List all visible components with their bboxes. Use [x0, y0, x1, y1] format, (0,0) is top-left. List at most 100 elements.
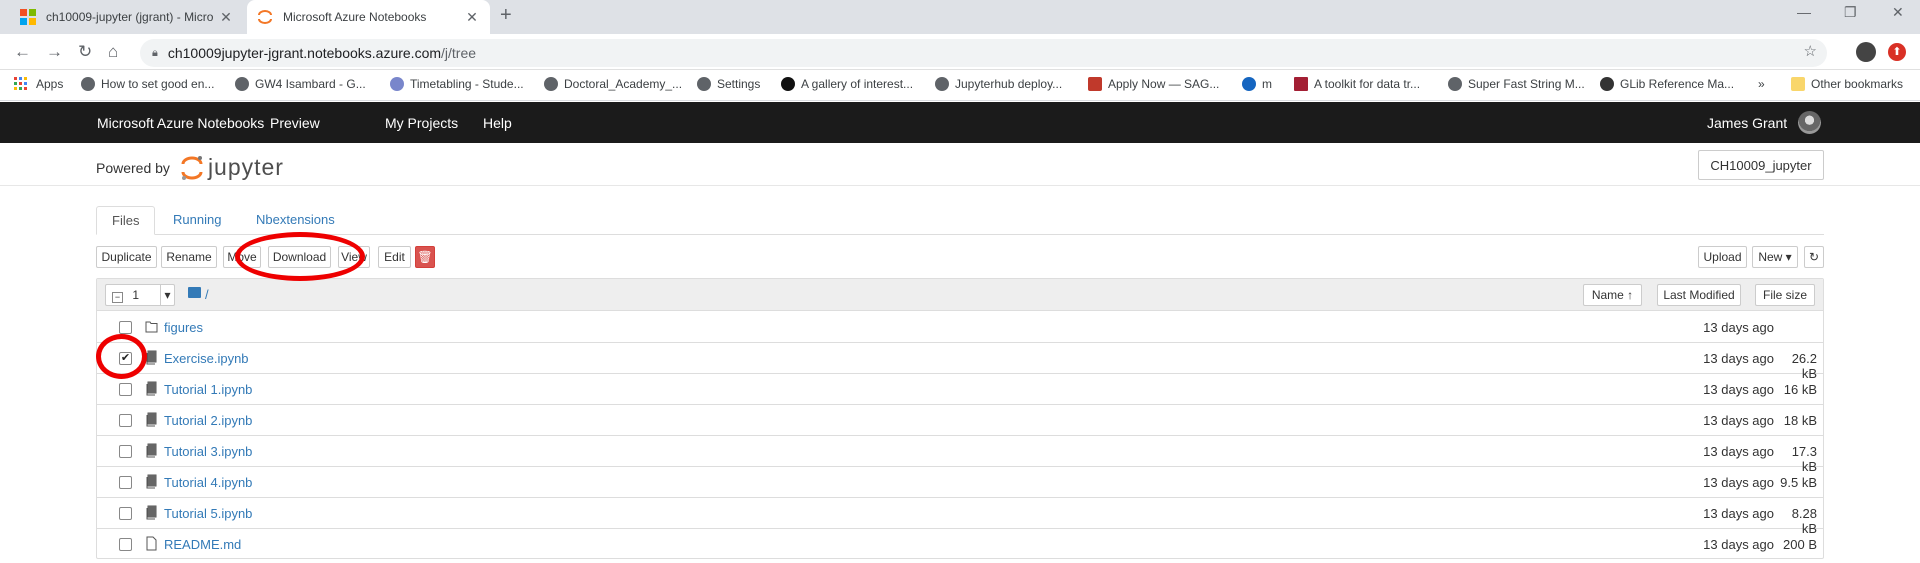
select-all-dropdown[interactable]: − 1 ▾	[105, 284, 175, 306]
upload-button[interactable]: Upload	[1698, 246, 1747, 268]
home-icon[interactable]: ⌂	[108, 42, 118, 62]
browser-tab-2[interactable]: Microsoft Azure Notebooks ✕	[247, 0, 490, 34]
browser-tab-2-title: Microsoft Azure Notebooks	[283, 10, 427, 24]
bookmark-label: Timetabling - Stude...	[410, 77, 524, 91]
bookmark-item[interactable]: m	[1242, 77, 1272, 91]
last-modified: 13 days ago	[1703, 351, 1774, 366]
bookmark-item[interactable]: Timetabling - Stude...	[390, 77, 524, 91]
edit-button[interactable]: Edit	[378, 246, 411, 268]
profile-avatar-icon[interactable]	[1856, 42, 1876, 62]
new-tab-icon[interactable]: +	[500, 4, 512, 27]
file-row[interactable]: figures 13 days ago	[97, 312, 1823, 343]
close-tab-icon[interactable]: ✕	[218, 9, 234, 26]
bookmark-item[interactable]: Doctoral_Academy_...	[544, 77, 682, 91]
file-row[interactable]: ✔ Exercise.ipynb 13 days ago 26.2 kB	[97, 343, 1823, 381]
powered-by-label: Powered by	[96, 159, 170, 176]
other-bookmarks[interactable]: Other bookmarks	[1791, 77, 1903, 91]
file-row[interactable]: Tutorial 2.ipynb 13 days ago 18 kB	[97, 405, 1823, 436]
file-size: 200 B	[1783, 537, 1817, 552]
address-bar[interactable]: 🔒︎ ch10009jupyter-jgrant.notebooks.azure…	[140, 39, 1827, 67]
file-row[interactable]: README.md 13 days ago 200 B	[97, 529, 1823, 560]
file-name-link[interactable]: Tutorial 4.ipynb	[164, 475, 252, 490]
lock-icon: 🔒︎	[152, 46, 158, 59]
file-list: − 1 ▾ / Name ↑ Last Modified File size f…	[96, 278, 1824, 559]
refresh-button[interactable]: ↻	[1804, 246, 1824, 268]
file-name-link[interactable]: Tutorial 2.ipynb	[164, 413, 252, 428]
file-row[interactable]: Tutorial 5.ipynb 13 days ago 8.28 kB	[97, 498, 1823, 536]
file-name-link[interactable]: Tutorial 5.ipynb	[164, 506, 252, 521]
file-size: 18 kB	[1783, 413, 1817, 428]
tab-files[interactable]: Files	[96, 206, 156, 235]
file-size: 16 kB	[1783, 382, 1817, 397]
row-checkbox[interactable]	[119, 538, 132, 551]
file-row[interactable]: Tutorial 1.ipynb 13 days ago 16 kB	[97, 374, 1823, 405]
last-modified: 13 days ago	[1703, 382, 1774, 397]
back-icon[interactable]: ←	[14, 42, 31, 62]
bookmark-star-icon[interactable]: ☆	[1804, 42, 1817, 60]
last-modified: 13 days ago	[1703, 475, 1774, 490]
sort-by-name-button[interactable]: Name ↑	[1583, 284, 1642, 306]
sort-by-modified-button[interactable]: Last Modified	[1657, 284, 1741, 306]
window-close-icon[interactable]: ✕	[1892, 4, 1904, 21]
row-checkbox[interactable]	[119, 383, 132, 396]
reload-icon[interactable]: ↻	[78, 42, 92, 62]
file-name-link[interactable]: Exercise.ipynb	[164, 351, 249, 366]
jupyter-logo[interactable]: jupyter	[180, 154, 284, 181]
close-tab-icon[interactable]: ✕	[464, 9, 480, 26]
row-checkbox[interactable]	[119, 321, 132, 334]
azure-brand-link[interactable]: Microsoft Azure Notebooks	[97, 115, 264, 131]
file-name-link[interactable]: Tutorial 3.ipynb	[164, 444, 252, 459]
sort-by-size-button[interactable]: File size	[1755, 284, 1815, 306]
extension-icon[interactable]: ⬆	[1888, 43, 1906, 61]
bookmark-label: Doctoral_Academy_...	[564, 77, 683, 91]
jupyter-logo-text: jupyter	[207, 154, 284, 180]
row-checkbox[interactable]	[119, 507, 132, 520]
tab-nbextensions[interactable]: Nbextensions	[241, 206, 350, 235]
bookmark-item[interactable]: Apply Now — SAG...	[1088, 77, 1219, 91]
user-name[interactable]: James Grant	[1707, 115, 1787, 131]
my-projects-link[interactable]: My Projects	[385, 115, 458, 131]
bookmark-item[interactable]: A gallery of interest...	[781, 77, 913, 91]
site-icon	[1294, 77, 1308, 91]
file-name-link[interactable]: figures	[164, 320, 203, 335]
rename-button[interactable]: Rename	[161, 246, 217, 268]
breadcrumb-root[interactable]: /	[205, 287, 209, 302]
globe-icon	[1448, 77, 1462, 91]
bookmark-item[interactable]: GLib Reference Ma...	[1600, 77, 1734, 91]
bookmark-item[interactable]: Settings	[697, 77, 760, 91]
help-link[interactable]: Help	[483, 115, 512, 131]
file-icon	[145, 536, 158, 551]
folder-icon	[145, 319, 158, 334]
bookmark-item[interactable]: Jupyterhub deploy...	[935, 77, 1062, 91]
last-modified: 13 days ago	[1703, 413, 1774, 428]
partial-checkbox-icon: −	[112, 292, 123, 303]
minimize-icon[interactable]: —	[1797, 4, 1811, 20]
project-button[interactable]: CH10009_jupyter	[1698, 150, 1824, 180]
globe-icon	[390, 77, 404, 91]
bookmark-label: Settings	[717, 77, 761, 91]
bookmark-apps[interactable]: Apps	[14, 77, 63, 91]
delete-button[interactable]: 🗑︎	[415, 246, 435, 268]
file-name-link[interactable]: README.md	[164, 537, 241, 552]
bookmark-item[interactable]: GW4 Isambard - G...	[235, 77, 366, 91]
bookmark-item[interactable]: Super Fast String M...	[1448, 77, 1585, 91]
notebook-tabs: Files Running Nbextensions	[96, 206, 1824, 235]
tab-running[interactable]: Running	[158, 206, 236, 235]
row-checkbox[interactable]	[119, 445, 132, 458]
bookmarks-overflow[interactable]: »	[1758, 77, 1765, 91]
browser-tab-1[interactable]: ch10009-jupyter (jgrant) - Micro ✕	[10, 0, 244, 34]
restore-icon[interactable]: ❐	[1844, 4, 1857, 21]
file-row[interactable]: Tutorial 4.ipynb 13 days ago 9.5 kB	[97, 467, 1823, 498]
globe-icon	[81, 77, 95, 91]
user-avatar[interactable]	[1798, 111, 1821, 134]
row-checkbox[interactable]	[119, 414, 132, 427]
new-dropdown-button[interactable]: New ▾	[1752, 246, 1798, 268]
bookmark-item[interactable]: How to set good en...	[81, 77, 214, 91]
file-name-link[interactable]: Tutorial 1.ipynb	[164, 382, 252, 397]
row-checkbox[interactable]	[119, 476, 132, 489]
forward-icon[interactable]: →	[46, 42, 63, 62]
url-path: /j/tree	[441, 45, 477, 61]
bookmark-item[interactable]: A toolkit for data tr...	[1294, 77, 1420, 91]
file-row[interactable]: Tutorial 3.ipynb 13 days ago 17.3 kB	[97, 436, 1823, 474]
duplicate-button[interactable]: Duplicate	[96, 246, 157, 268]
